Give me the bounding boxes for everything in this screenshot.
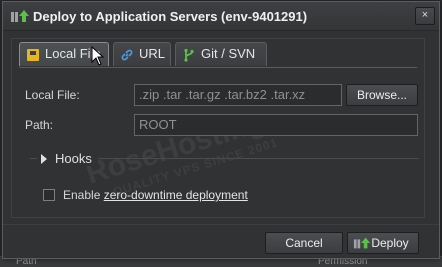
browse-button[interactable]: Browse... [346, 84, 418, 106]
dialog-title: Deploy to Application Servers (env-94012… [33, 9, 308, 24]
deploy-dialog: Deploy to Application Servers (env-94012… [2, 1, 440, 259]
tab-git-svn[interactable]: Git / SVN [175, 42, 267, 66]
git-branch-icon [184, 48, 194, 62]
zero-downtime-link[interactable]: zero-downtime deployment [104, 188, 248, 202]
deploy-icon [11, 10, 29, 22]
footer-divider [3, 224, 439, 225]
dialog-titlebar: Deploy to Application Servers (env-94012… [3, 2, 439, 31]
link-icon [121, 49, 133, 61]
local-file-input[interactable]: .zip .tar .tar.gz .tar.bz2 .tar.xz [134, 84, 342, 106]
tab-git-svn-label: Git / SVN [201, 46, 256, 61]
hooks-label: Hooks [55, 151, 92, 166]
expand-arrow-icon [41, 154, 47, 164]
tab-strip-divider [19, 67, 417, 68]
tab-url[interactable]: URL [113, 42, 171, 66]
deploy-button-label: Deploy [371, 236, 409, 250]
path-input[interactable]: ROOT [134, 114, 418, 136]
hooks-toggle[interactable]: Hooks [37, 151, 98, 166]
archive-icon [27, 49, 39, 61]
zero-downtime-prefix: Enable [63, 188, 104, 202]
tab-url-label: URL [139, 46, 166, 61]
zero-downtime-label: Enable zero-downtime deployment [63, 188, 248, 202]
local-file-label: Local File: [25, 88, 80, 102]
deploy-icon [353, 237, 371, 249]
cancel-button[interactable]: Cancel [265, 232, 343, 254]
path-label: Path: [25, 118, 54, 132]
mouse-cursor-icon [91, 46, 105, 66]
close-button[interactable]: × [415, 7, 435, 25]
deploy-button[interactable]: Deploy [347, 232, 419, 254]
zero-downtime-checkbox[interactable] [43, 189, 55, 201]
